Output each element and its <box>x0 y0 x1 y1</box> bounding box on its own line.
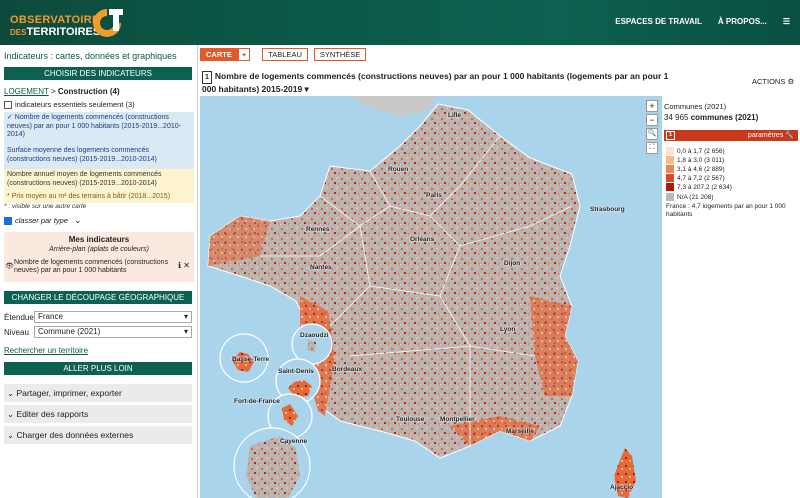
city-label: Toulouse <box>396 416 425 423</box>
breadcrumb-leaf: Construction (4) <box>57 87 120 96</box>
breadcrumb-root[interactable]: LOGEMENT <box>4 87 49 96</box>
my-indicator-item: Nombre de logements commencés (construct… <box>14 259 169 274</box>
actions-menu[interactable]: ACTIONS ⚙ <box>752 77 794 86</box>
nav-about[interactable]: À PROPOS... <box>718 17 767 26</box>
wrench-icon[interactable]: 🔧 <box>785 132 794 139</box>
top-header: OBSERVATOIRE DESTERRITOIRES ESPACES DE T… <box>0 0 800 45</box>
legend-class: 7,3 à 207,2 (2 634) <box>666 183 732 191</box>
city-label: Lyon <box>500 326 516 333</box>
extent-select[interactable]: France <box>34 311 192 323</box>
legend-count: 34 965 communes (2021) <box>664 113 759 122</box>
city-label: Cayenne <box>280 438 308 445</box>
left-panel: Indicateurs : cartes, données et graphiq… <box>0 45 198 498</box>
gear-icon[interactable]: ⚙ <box>787 77 794 86</box>
checkbox-checked-icon[interactable] <box>4 216 12 225</box>
accordion-external-data[interactable]: ⌄ Charger des données externes <box>4 426 192 444</box>
level-label: Niveau <box>4 328 29 337</box>
city-label: Saint-Denis <box>278 368 314 375</box>
user-icon[interactable]: ☰ <box>783 17 790 26</box>
city-label: Marseille <box>506 428 534 435</box>
tab-carte[interactable]: CARTE <box>200 48 238 61</box>
city-label: Orléans <box>410 236 435 243</box>
panel-title: Indicateurs : cartes, données et graphiq… <box>4 51 177 61</box>
legend-class: N/A (21 208) <box>666 193 714 201</box>
city-label: Ajaccio <box>610 484 634 491</box>
legend-class: 4,7 à 7,2 (2 567) <box>666 174 725 182</box>
zoom-in-button[interactable]: + <box>646 100 658 112</box>
my-indicators-title: Mes indicateurs <box>68 235 130 244</box>
level-select[interactable]: Commune (2021) <box>34 326 192 338</box>
city-label: Basse-Terre <box>232 356 270 363</box>
essential-only-checkbox[interactable]: indicateurs essentiels seulement (3) <box>4 100 194 109</box>
indicator-item[interactable]: Surface moyenne des logements commencés … <box>4 145 194 169</box>
city-label: Dzaoudzi <box>300 332 329 339</box>
background-layer-label: Arrière-plan (aplats de couleurs) <box>49 246 149 253</box>
city-label: Montpellier <box>440 416 475 423</box>
city-label: Paris <box>426 192 442 199</box>
choose-indicators-bar[interactable]: CHOISIR DES INDICATEURS <box>4 67 192 80</box>
search-territory-link[interactable]: Rechercher un territoire <box>4 346 88 355</box>
city-label: Fort-de-France <box>234 398 280 405</box>
go-further-bar[interactable]: ALLER PLUS LOIN <box>4 362 192 375</box>
city-label: Nantes <box>310 264 332 271</box>
ct-logo-icon <box>93 9 123 37</box>
accordion-reports[interactable]: ⌄ Editer des rapports <box>4 405 192 423</box>
map-canvas[interactable] <box>200 96 662 498</box>
tab-synthese[interactable]: SYNTHÈSE <box>313 48 367 61</box>
search-icon[interactable]: 🔍 <box>646 128 658 140</box>
checkbox-icon[interactable] <box>4 100 12 109</box>
city-label: Dijon <box>504 260 521 267</box>
legend-class: 0,0 à 1,7 (2 656) <box>666 147 725 155</box>
view-tabs: CARTE + TABLEAU SYNTHÈSE <box>200 48 367 61</box>
eye-icon[interactable]: 👁 <box>5 262 14 270</box>
extent-label: Étendue <box>4 313 34 322</box>
city-label: Rouen <box>388 166 409 173</box>
top-nav: ESPACES DE TRAVAIL À PROPOS... ☰ <box>615 17 790 26</box>
fullscreen-icon[interactable]: ⛶ <box>646 142 658 154</box>
logo-title: OBSERVATOIRE <box>10 14 100 26</box>
legend-unit: Communes (2021) <box>664 102 727 111</box>
breadcrumb: LOGEMENT > Construction (4) <box>4 87 120 96</box>
indicator-item[interactable]: * Prix moyen au m² des terrains à bâtir … <box>4 191 194 203</box>
choropleth-map[interactable]: + − 🔍 ⛶ Lille Rouen Paris Strasbourg Ren… <box>200 96 662 498</box>
indicator-item[interactable]: Nombre annuel moyen de logements commenc… <box>4 169 194 191</box>
accordion-share[interactable]: ⌄ Partager, imprimer, exporter <box>4 384 192 402</box>
indicator-item-selected[interactable]: ✓ Nombre de logements commencés (constru… <box>4 112 194 145</box>
chevron-down-icon[interactable]: ⌄ <box>74 215 82 226</box>
footnote: * : visible sur une autre carte <box>4 203 87 210</box>
legend-class: 1,8 à 3,0 (3 011) <box>666 156 724 164</box>
tab-tableau[interactable]: TABLEAU <box>262 48 308 61</box>
map-title: 1 Nombre de logements commencés (construc… <box>202 71 669 94</box>
info-close-icons[interactable]: ℹ ✕ <box>178 261 190 270</box>
observatoire-logo[interactable]: OBSERVATOIRE DESTERRITOIRES <box>8 4 128 40</box>
legend-parameters-bar[interactable]: 1 paramètres 🔧 <box>664 130 798 141</box>
city-label: Rennes <box>306 226 330 233</box>
class-by-type-checkbox[interactable]: classer par type ⌄ <box>4 215 194 226</box>
city-label: Bordeaux <box>332 366 362 373</box>
legend-class: 3,1 à 4,6 (2 889) <box>666 165 725 173</box>
nav-workspaces[interactable]: ESPACES DE TRAVAIL <box>615 17 702 26</box>
legend-number: 1 <box>666 131 675 140</box>
city-label: Strasbourg <box>590 206 625 213</box>
logo-subtitle: DESTERRITOIRES <box>10 26 101 38</box>
tab-add[interactable]: + <box>237 48 251 61</box>
legend-footer: France : 4,7 logements par an pour 1 000… <box>666 203 786 218</box>
map-legend: Communes (2021) 34 965 communes (2021) 1… <box>662 96 800 498</box>
change-geo-bar[interactable]: CHANGER LE DÉCOUPAGE GÉOGRAPHIQUE <box>4 291 192 304</box>
map-number: 1 <box>202 71 212 84</box>
my-indicators-panel: Mes indicateurs Arrière-plan (aplats de … <box>4 232 194 282</box>
zoom-out-button[interactable]: − <box>646 114 658 126</box>
zoom-controls: + − 🔍 ⛶ <box>646 100 658 154</box>
period-select[interactable]: 2015-2019 ▾ <box>262 84 309 94</box>
city-label: Lille <box>448 112 462 119</box>
